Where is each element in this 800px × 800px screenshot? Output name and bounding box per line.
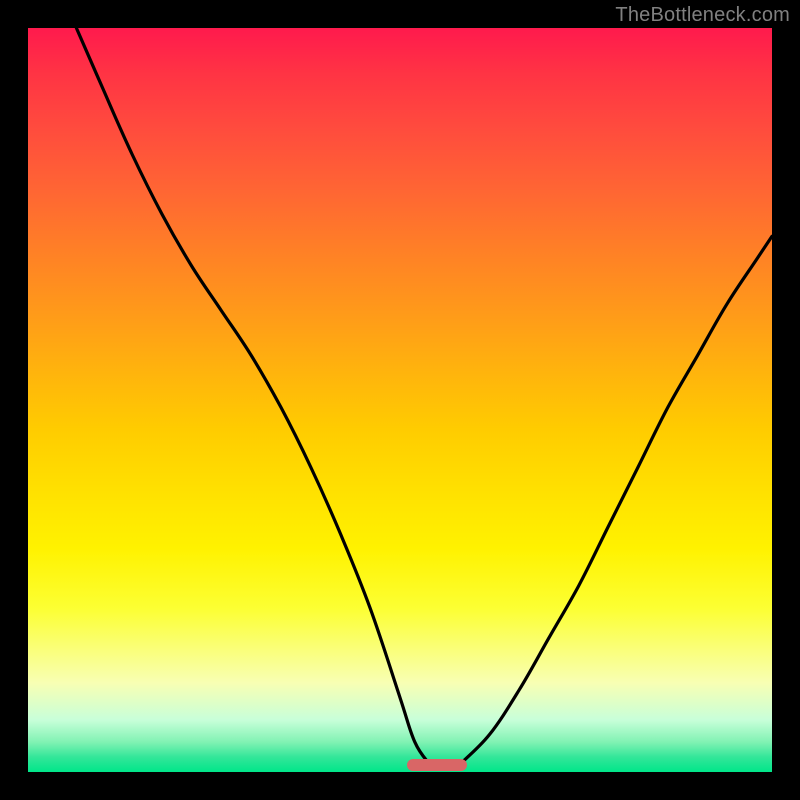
chart-frame: TheBottleneck.com [0, 0, 800, 800]
watermark-text: TheBottleneck.com [615, 4, 790, 27]
plot-area [28, 28, 772, 772]
bottleneck-curve [28, 28, 772, 772]
optimal-range-bar [407, 759, 467, 771]
